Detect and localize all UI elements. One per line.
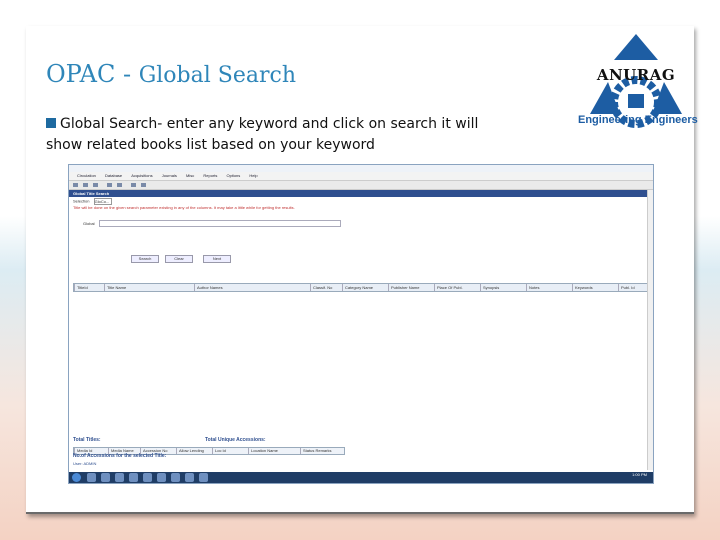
start-button-icon[interactable] [72, 473, 81, 482]
bullet-line-2: show related books list based on your ke… [46, 137, 375, 153]
column-header[interactable]: Publ. Id [618, 284, 635, 291]
menu-options[interactable]: Options [227, 172, 241, 180]
menu-misc[interactable]: Misc [186, 172, 194, 180]
app-screenshot: Circulation Database Acquisitions Journa… [68, 164, 654, 484]
column-header[interactable]: Loc Id [212, 448, 226, 454]
column-header[interactable]: Title Name [104, 284, 126, 291]
column-header[interactable]: Classif. No [310, 284, 332, 291]
menu-bar: Circulation Database Acquisitions Journa… [69, 172, 653, 181]
column-header[interactable]: Publisher Name [388, 284, 419, 291]
selection-dropdown[interactable]: GloCo... [93, 198, 112, 205]
accessions-count-label: No.of Accessions for the selected Title: [73, 453, 167, 459]
bullet-line-1: Global Search- enter any keyword and cli… [60, 116, 479, 132]
toolbar-button-icon[interactable] [93, 183, 98, 187]
next-button[interactable]: Next [203, 255, 231, 263]
column-header[interactable]: TitleId [74, 284, 88, 291]
taskbar-app-icon[interactable] [157, 473, 166, 482]
title-main: OPAC - [46, 60, 139, 88]
global-label: Global [83, 221, 95, 226]
taskbar-app-icon[interactable] [143, 473, 152, 482]
vertical-scrollbar[interactable] [647, 190, 653, 470]
taskbar-app-icon[interactable] [129, 473, 138, 482]
selection-row: Selection GloCo... [73, 198, 373, 205]
toolbar-button-icon[interactable] [73, 183, 78, 187]
taskbar-app-icon[interactable] [185, 473, 194, 482]
results-grid-header: TitleId Title Name Author Names Classif.… [73, 283, 653, 292]
menu-help[interactable]: Help [249, 172, 257, 180]
menu-reports[interactable]: Reports [203, 172, 217, 180]
column-header[interactable]: Place Of Publ. [434, 284, 463, 291]
taskbar-app-icon[interactable] [199, 473, 208, 482]
toolbar-button-icon[interactable] [141, 183, 146, 187]
taskbar-app-icon[interactable] [115, 473, 124, 482]
logo-tagline: Engineering Engineers [578, 114, 698, 126]
menu-circulation[interactable]: Circulation [77, 172, 96, 180]
panel-title: Global Title Search [69, 190, 653, 197]
toolbar-button-icon[interactable] [107, 183, 112, 187]
total-accessions-label: Total Unique Accessions: [205, 437, 266, 443]
global-search-input[interactable] [99, 220, 341, 227]
status-bar: User: ADMIN [73, 461, 97, 466]
menu-acquisitions[interactable]: Acquisitions [131, 172, 152, 180]
toolbar-button-icon[interactable] [117, 183, 122, 187]
column-header[interactable]: Status Remarks [300, 448, 331, 454]
taskbar-app-icon[interactable] [101, 473, 110, 482]
column-header[interactable]: Allow Lending [176, 448, 204, 454]
search-button[interactable]: Search [131, 255, 159, 263]
slide-title: OPAC - Global Search [46, 60, 296, 88]
taskbar-app-icon[interactable] [87, 473, 96, 482]
column-header[interactable]: Category Name [342, 284, 373, 291]
toolbar [69, 181, 653, 190]
title-sub: Global Search [138, 63, 296, 88]
accession-panel: Total Titles: Total Unique Accessions: M… [73, 437, 651, 467]
column-header[interactable]: Author Names [194, 284, 223, 291]
windows-taskbar: 1:00 PM [69, 472, 653, 483]
search-hint: Title will be done on the given search p… [73, 205, 295, 210]
column-header[interactable]: Location Name [248, 448, 278, 454]
global-row: Global [83, 220, 383, 227]
column-header[interactable]: Synopsis [480, 284, 499, 291]
taskbar-app-icon[interactable] [171, 473, 180, 482]
slide-frame: OPAC - Global Search ANURAG Engineering … [26, 26, 698, 514]
anurag-logo: ANURAG Engineering Engineers [578, 30, 698, 130]
column-header[interactable]: Notes [526, 284, 539, 291]
selection-label: Selection [73, 198, 90, 204]
toolbar-button-icon[interactable] [83, 183, 88, 187]
column-header[interactable]: Keywords [572, 284, 593, 291]
total-titles-label: Total Titles: [73, 437, 101, 443]
menu-database[interactable]: Database [105, 172, 122, 180]
menu-journals[interactable]: Journals [162, 172, 177, 180]
logo-name: ANURAG [596, 66, 676, 84]
bullet-text: Global Search- enter any keyword and cli… [46, 114, 566, 156]
clear-button[interactable]: Clear [165, 255, 193, 263]
toolbar-button-icon[interactable] [131, 183, 136, 187]
bullet-square-icon [46, 118, 56, 128]
taskbar-clock: 1:00 PM [632, 472, 647, 477]
